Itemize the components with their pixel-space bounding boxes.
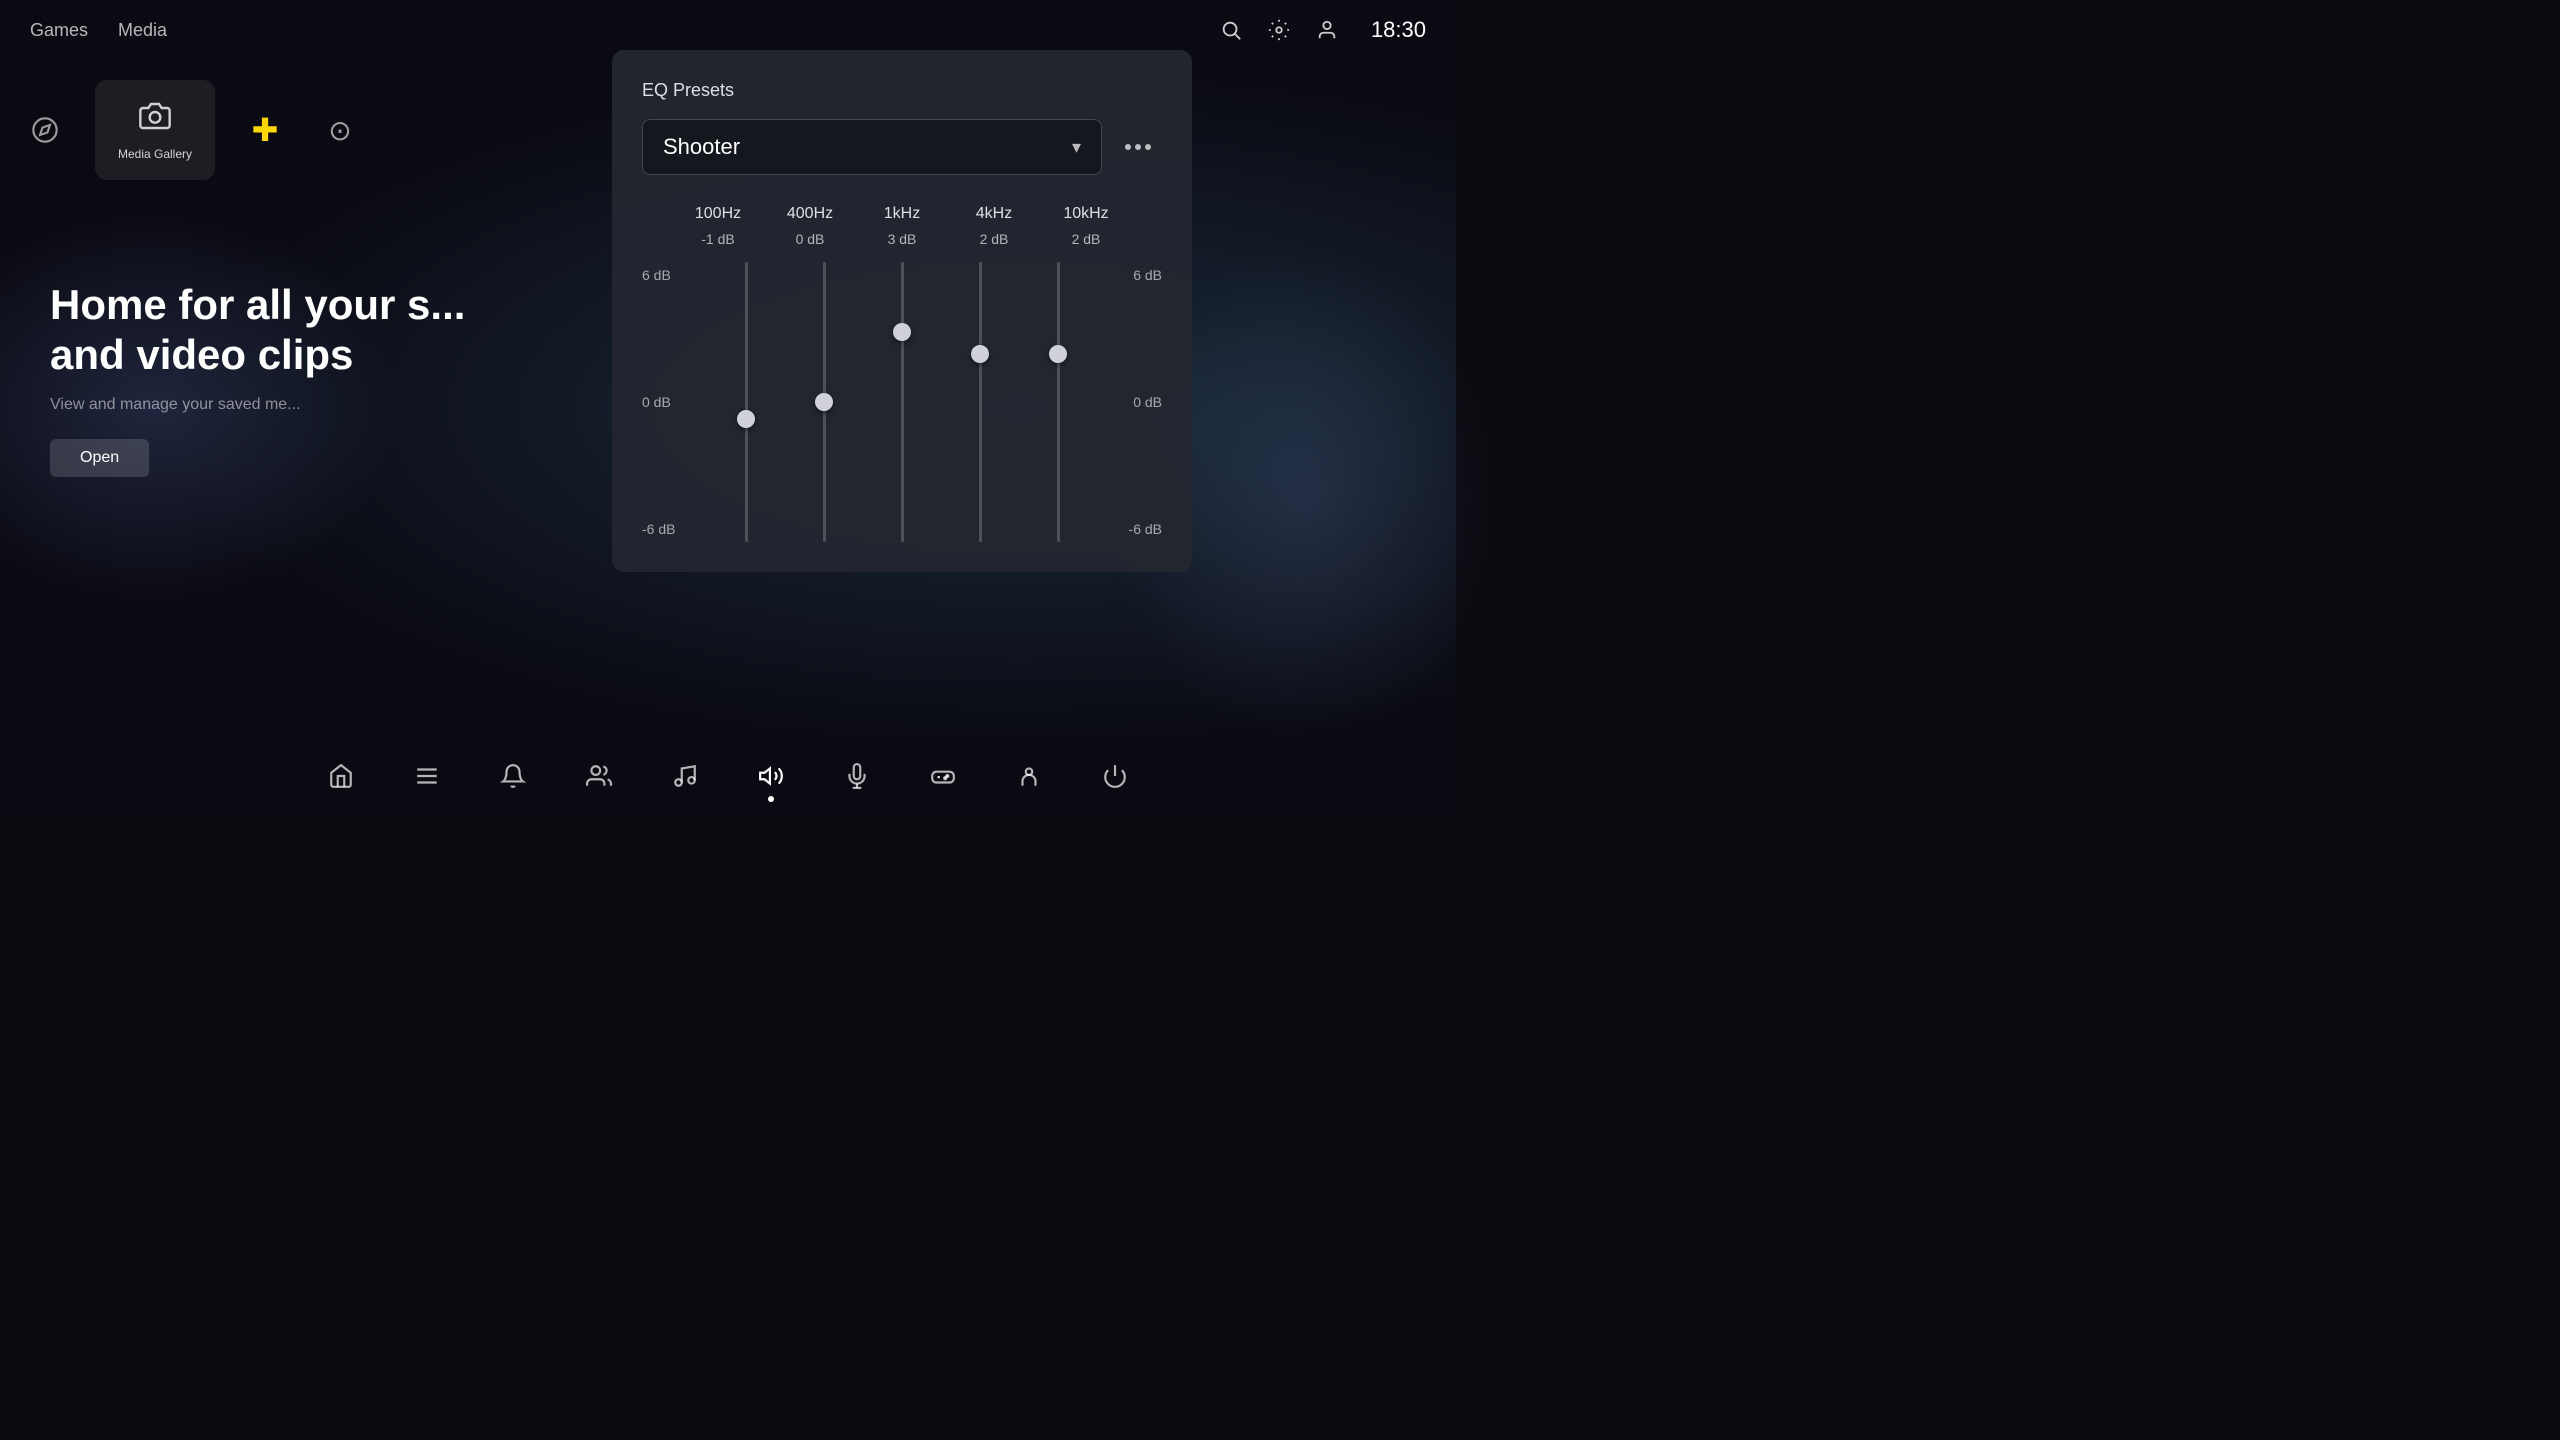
eq-sliders-area: 6 dB 0 dB -6 dB (642, 262, 1162, 542)
music-icon[interactable] (667, 758, 703, 794)
home-icon[interactable] (323, 758, 359, 794)
media-gallery-label: Media Gallery (118, 147, 192, 161)
dot-3 (1145, 144, 1151, 150)
explore-icon[interactable] (20, 105, 70, 155)
eq-preset-dropdown[interactable]: Shooter ▾ (642, 119, 1102, 175)
notifications-icon[interactable] (495, 758, 531, 794)
more-dots (1125, 144, 1151, 150)
mic-icon[interactable] (839, 758, 875, 794)
eq-preset-label: Shooter (663, 134, 740, 160)
slider-track-2 (901, 262, 904, 542)
search-icon[interactable] (1217, 16, 1245, 44)
slider-thumb-2[interactable] (893, 323, 911, 341)
playstation-icon[interactable]: ⊙ (315, 105, 365, 155)
controller-icon[interactable] (925, 758, 961, 794)
freq-label-1: 400Hz (775, 205, 845, 223)
bottom-bar (0, 736, 1456, 816)
eq-freq-labels-row: 100Hz 400Hz 1kHz 4kHz 10kHz (642, 205, 1162, 223)
accessibility-icon[interactable] (1011, 758, 1047, 794)
friends-icon[interactable] (581, 758, 617, 794)
freq-label-2: 1kHz (867, 205, 937, 223)
slider-thumb-4[interactable] (1049, 345, 1067, 363)
eq-scale-right: 6 dB 0 dB -6 dB (1117, 262, 1162, 542)
dot-2 (1135, 144, 1141, 150)
camera-icon (139, 100, 171, 139)
nav-games[interactable]: Games (30, 20, 88, 41)
eq-modal-title: EQ Presets (642, 80, 1162, 101)
top-nav: Games Media (30, 20, 167, 41)
nav-media[interactable]: Media (118, 20, 167, 41)
db-val-0: -1 dB (683, 231, 753, 247)
db-val-3: 2 dB (959, 231, 1029, 247)
top-icons: 18:30 (1217, 16, 1426, 44)
slider-track-0 (745, 262, 748, 542)
power-icon[interactable] (1097, 758, 1133, 794)
open-button[interactable]: Open (50, 439, 149, 477)
clock: 18:30 (1371, 17, 1426, 43)
settings-icon[interactable] (1265, 16, 1293, 44)
eq-scale-left: 6 dB 0 dB -6 dB (642, 262, 687, 542)
slider-400hz[interactable] (823, 262, 826, 542)
user-icon[interactable] (1313, 16, 1341, 44)
db-val-2: 3 dB (867, 231, 937, 247)
slider-track-1 (823, 262, 826, 542)
audio-volume-icon[interactable] (753, 758, 789, 794)
slider-4khz[interactable] (979, 262, 982, 542)
ps-plus-icon[interactable]: ✚ (240, 105, 290, 155)
dot-1 (1125, 144, 1131, 150)
eq-db-labels-row: -1 dB 0 dB 3 dB 2 dB 2 dB (642, 231, 1162, 247)
slider-100hz[interactable] (745, 262, 748, 542)
hero-subtitle: View and manage your saved me... (50, 396, 465, 414)
slider-track-3 (979, 262, 982, 542)
eq-more-button[interactable] (1114, 123, 1162, 171)
slider-10khz[interactable] (1057, 262, 1060, 542)
slider-thumb-3[interactable] (971, 345, 989, 363)
freq-label-3: 4kHz (959, 205, 1029, 223)
scale-top-right: 6 dB (1133, 267, 1162, 283)
db-val-4: 2 dB (1051, 231, 1121, 247)
slider-track-4 (1057, 262, 1060, 542)
scale-bottom-left: -6 dB (642, 521, 687, 537)
top-left-icons: Media Gallery ✚ ⊙ (20, 80, 365, 180)
slider-1khz[interactable] (901, 262, 904, 542)
eq-sliders-inner (687, 262, 1117, 542)
scale-mid-left: 0 dB (642, 394, 687, 410)
slider-thumb-1[interactable] (815, 393, 833, 411)
chevron-down-icon: ▾ (1072, 137, 1081, 158)
eq-dropdown-row: Shooter ▾ (642, 119, 1162, 175)
hero-title: Home for all your s...and video clips (50, 280, 465, 381)
freq-label-0: 100Hz (683, 205, 753, 223)
scale-bottom-right: -6 dB (1129, 521, 1162, 537)
slider-thumb-0[interactable] (737, 410, 755, 428)
hero-area: Home for all your s...and video clips Vi… (50, 280, 465, 716)
freq-label-4: 10kHz (1051, 205, 1121, 223)
eq-modal: EQ Presets Shooter ▾ 100Hz 400Hz 1kHz 4k… (612, 50, 1192, 572)
media-gallery-card[interactable]: Media Gallery (95, 80, 215, 180)
db-val-1: 0 dB (775, 231, 845, 247)
menu-icon[interactable] (409, 758, 445, 794)
scale-top-left: 6 dB (642, 267, 687, 283)
scale-mid-right: 0 dB (1133, 394, 1162, 410)
